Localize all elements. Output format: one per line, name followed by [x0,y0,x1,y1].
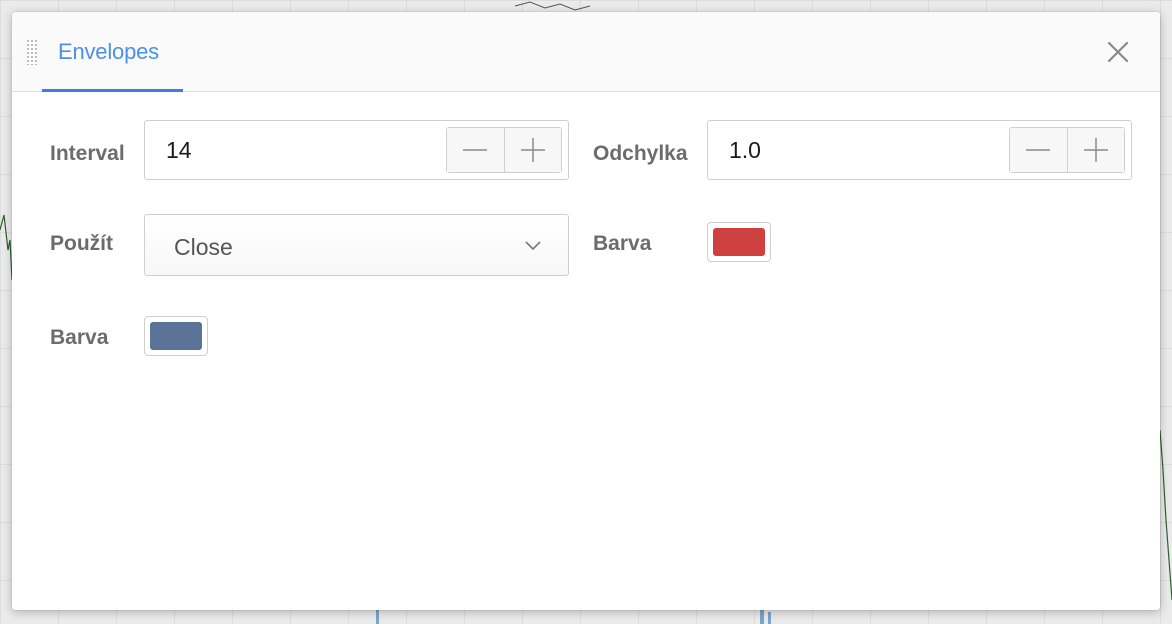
background-volume-bar [760,608,764,624]
deviation-label: Odchylka [593,142,688,165]
interval-value: 14 [166,137,192,163]
interval-increment-button[interactable] [503,128,561,172]
tab-active-indicator [42,89,183,92]
line-color-label: Barva [50,326,109,349]
background-volume-bar [376,610,379,624]
tab-envelopes[interactable]: Envelopes [42,12,183,92]
tab-envelopes-label: Envelopes [58,39,159,64]
source-select-value: Close [174,234,233,260]
drag-handle-icon[interactable] [26,39,38,65]
band-color-label: Barva [593,232,652,255]
background-chart-line-right [1159,429,1172,601]
interval-input[interactable]: 14 [144,120,569,180]
plus-icon [520,138,545,162]
band-color-fill [713,228,765,256]
line-color-fill [150,322,202,350]
background-chart-line [0,214,13,281]
deviation-value: 1.0 [729,137,761,163]
background-chart-line-top [514,1,591,11]
dialog-header: Envelopes [12,12,1160,92]
envelopes-settings-dialog: Envelopes Interval 14 Odchylka 1.0 Použí… [12,12,1160,610]
interval-decrement-button[interactable] [447,128,504,172]
close-icon [1107,41,1129,63]
source-select[interactable]: Close [144,214,569,276]
background-volume-bar [768,612,771,624]
chevron-down-icon [525,241,541,251]
line-color-swatch[interactable] [144,316,208,356]
interval-label: Interval [50,142,125,165]
close-button[interactable] [1102,36,1134,68]
minus-icon [1026,149,1051,151]
plus-icon [1083,138,1108,162]
interval-stepper [446,127,562,173]
band-color-swatch[interactable] [707,222,771,262]
source-label: Použít [50,232,113,255]
deviation-decrement-button[interactable] [1010,128,1067,172]
deviation-input[interactable]: 1.0 [707,120,1132,180]
deviation-stepper [1009,127,1125,173]
minus-icon [463,149,488,151]
deviation-increment-button[interactable] [1066,128,1124,172]
